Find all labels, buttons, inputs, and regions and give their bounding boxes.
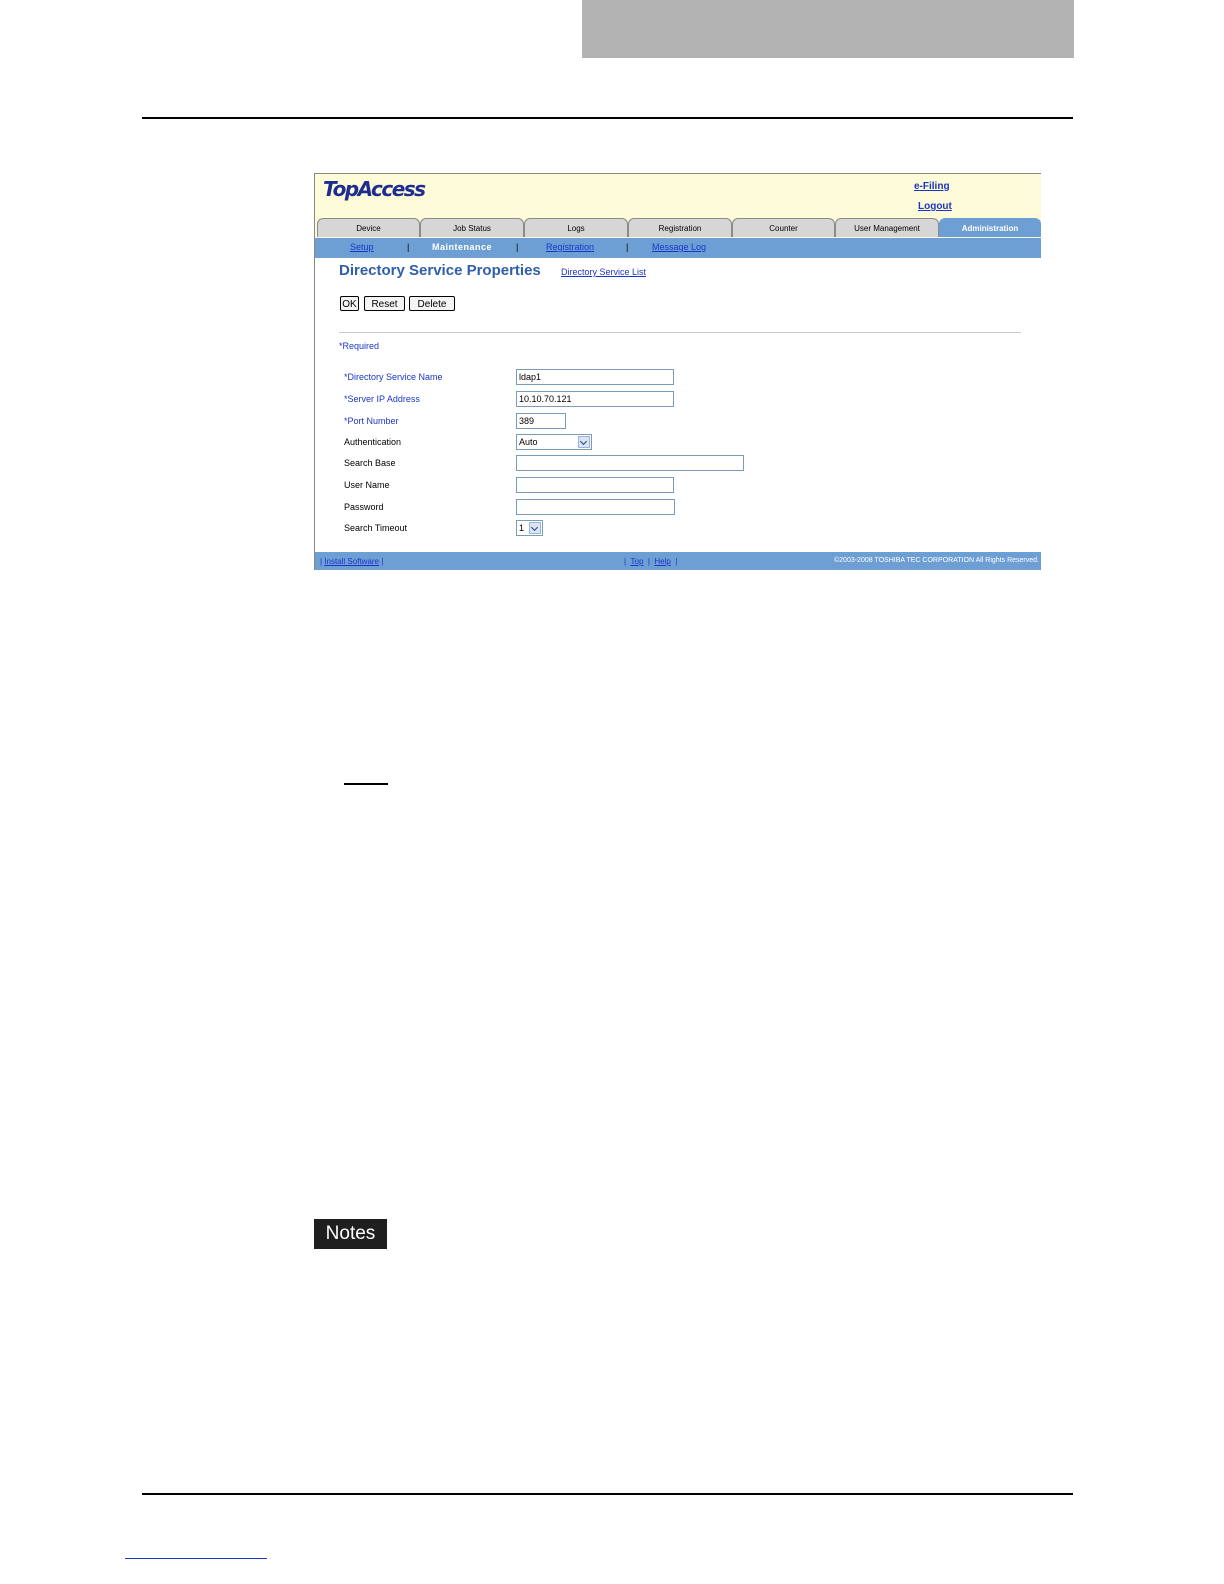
footer-nav-group: | Top | Help |: [624, 557, 678, 566]
tab-administration[interactable]: Administration: [939, 218, 1041, 237]
user-name-input[interactable]: [516, 477, 674, 493]
authentication-value: Auto: [519, 437, 538, 447]
search-timeout-select[interactable]: 1: [516, 520, 543, 536]
bottom-rule: [142, 1493, 1073, 1495]
subnav-separator: |: [516, 242, 519, 252]
subnav-message-log[interactable]: Message Log: [652, 242, 706, 252]
tab-registration[interactable]: Registration: [628, 218, 732, 237]
reset-button[interactable]: Reset: [364, 296, 405, 311]
directory-service-list-link[interactable]: Directory Service List: [561, 267, 646, 277]
directory-service-name-label: *Directory Service Name: [344, 372, 443, 382]
subnav-separator: |: [407, 242, 410, 252]
chevron-down-icon[interactable]: [578, 436, 590, 448]
sub-navigation: Setup | Maintenance | Registration | Mes…: [315, 238, 1041, 258]
top-link[interactable]: Top: [631, 557, 644, 566]
ok-button[interactable]: OK: [340, 296, 359, 311]
tab-device[interactable]: Device: [317, 218, 420, 237]
search-timeout-value: 1: [519, 523, 525, 533]
install-software-link[interactable]: Install Software: [324, 557, 379, 566]
subnav-registration[interactable]: Registration: [546, 242, 594, 252]
short-rule: [344, 783, 388, 785]
directory-service-name-input[interactable]: ldap1: [516, 369, 674, 385]
topaccess-screenshot: TopAccess e-Filing Logout Device Job Sta…: [314, 173, 1041, 570]
subnav-maintenance[interactable]: Maintenance: [432, 242, 492, 252]
page-title: Directory Service Properties: [339, 262, 541, 279]
footer-bar: | Install Software | | Top | Help | ©200…: [315, 552, 1041, 570]
server-ip-label: *Server IP Address: [344, 394, 420, 404]
help-link[interactable]: Help: [654, 557, 670, 566]
logout-link[interactable]: Logout: [918, 201, 952, 212]
password-label: Password: [344, 502, 384, 512]
footer-install-group: | Install Software |: [320, 557, 384, 566]
user-name-label: User Name: [344, 480, 390, 490]
divider: [339, 332, 1021, 333]
tab-counter[interactable]: Counter: [732, 218, 835, 237]
search-base-input[interactable]: [516, 455, 744, 471]
port-number-input[interactable]: 389: [516, 413, 566, 429]
authentication-label: Authentication: [344, 437, 402, 447]
subnav-setup[interactable]: Setup: [350, 242, 374, 252]
notes-label: Notes: [314, 1219, 387, 1249]
tab-job-status[interactable]: Job Status: [420, 218, 524, 237]
tab-user-management[interactable]: User Management: [835, 218, 939, 237]
copyright-text: ©2003-2008 TOSHIBA TEC CORPORATION All R…: [834, 557, 1039, 564]
top-rule: [142, 117, 1073, 119]
chevron-down-icon[interactable]: [529, 522, 541, 534]
page-header-bar: [582, 0, 1074, 58]
efiling-link[interactable]: e-Filing: [914, 181, 950, 192]
search-timeout-label: Search Timeout: [344, 523, 408, 533]
main-tabs: Device Job Status Logs Registration Coun…: [315, 218, 1041, 238]
port-number-label: *Port Number: [344, 416, 399, 426]
tab-logs[interactable]: Logs: [524, 218, 628, 237]
footer-link-underline: [125, 1558, 267, 1559]
topaccess-header: TopAccess e-Filing Logout: [315, 174, 1041, 218]
delete-button[interactable]: Delete: [409, 296, 455, 311]
search-base-label: Search Base: [344, 458, 396, 468]
password-input[interactable]: [516, 499, 675, 515]
subnav-separator: |: [626, 242, 629, 252]
topaccess-logo: TopAccess: [323, 177, 426, 201]
authentication-select[interactable]: Auto: [516, 434, 592, 450]
required-note: *Required: [339, 341, 380, 351]
server-ip-input[interactable]: 10.10.70.121: [516, 391, 674, 407]
